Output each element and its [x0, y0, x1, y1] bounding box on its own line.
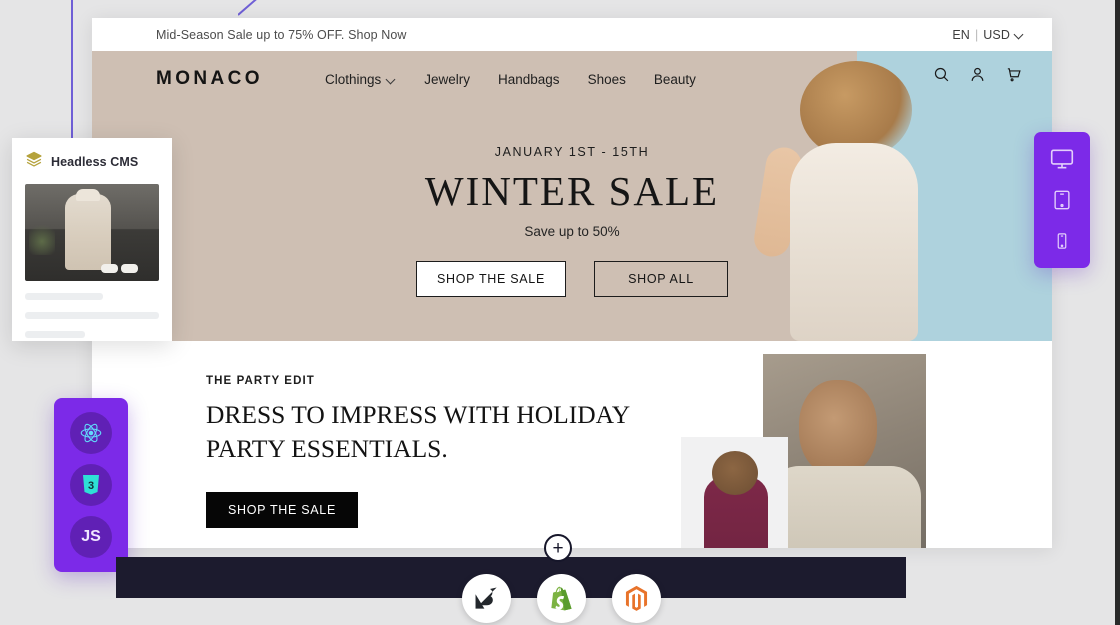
product-photo-small — [681, 437, 788, 548]
nav-item-beauty[interactable]: Beauty — [654, 72, 696, 87]
nav-item-clothings[interactable]: Clothings — [325, 72, 396, 87]
hero-kicker: JANUARY 1ST - 15TH — [494, 145, 650, 159]
javascript-icon[interactable]: JS — [70, 516, 112, 558]
cart-icon[interactable] — [1005, 66, 1022, 83]
page-root: Mid-Season Sale up to 75% OFF. Shop Now … — [0, 0, 1120, 625]
svg-text:3: 3 — [88, 480, 94, 492]
chevron-down-icon — [1015, 30, 1024, 39]
nav-item-label: Jewelry — [424, 71, 470, 87]
hero-title: WINTER SALE — [424, 168, 720, 214]
nav-item-handbags[interactable]: Handbags — [498, 72, 560, 87]
nav-links: Clothings Jewelry Handbags Shoes Beauty — [325, 72, 696, 87]
site-preview: Mid-Season Sale up to 75% OFF. Shop Now … — [92, 18, 1052, 548]
react-icon[interactable] — [70, 412, 112, 454]
hero-copy: JANUARY 1ST - 15TH WINTER SALE Save up t… — [92, 145, 1052, 297]
currency-label: USD — [983, 27, 1010, 42]
javascript-label: JS — [81, 528, 101, 545]
window-right-edge — [1115, 0, 1120, 625]
cms-skeleton-line — [25, 331, 85, 338]
nav-item-shoes[interactable]: Shoes — [588, 72, 626, 87]
account-icon[interactable] — [969, 66, 986, 83]
hero-section: MONACO Clothings Jewelry Handbags Shoes — [92, 51, 1052, 341]
platform-icon-row — [116, 571, 906, 625]
hero-subtitle: Save up to 50% — [524, 224, 620, 239]
section-shop-the-sale-button[interactable]: SHOP THE SALE — [206, 491, 358, 528]
decorative-vertical-line — [71, 0, 73, 140]
search-icon[interactable] — [933, 66, 950, 83]
announcement-text[interactable]: Mid-Season Sale up to 75% OFF. Shop Now — [156, 28, 407, 42]
cms-skeleton-line — [25, 312, 159, 319]
language-label: EN — [952, 27, 970, 42]
add-platform-button[interactable]: + — [544, 534, 572, 562]
nav-item-label: Clothings — [324, 71, 382, 87]
magento-icon[interactable] — [612, 573, 661, 623]
section-headline: DRESS TO IMPRESS WITH HOLIDAY PARTY ESSE… — [206, 400, 630, 463]
brand-logo[interactable]: MONACO — [156, 68, 263, 90]
nav-item-label: Shoes — [587, 71, 626, 87]
header-icon-group — [933, 66, 1022, 83]
nav-item-label: Handbags — [498, 71, 560, 87]
shop-the-sale-button[interactable]: SHOP THE SALE — [416, 261, 566, 297]
nav-item-jewelry[interactable]: Jewelry — [424, 72, 470, 87]
tech-stack-badge: 3 JS — [54, 398, 128, 572]
main-navigation: MONACO Clothings Jewelry Handbags Shoes — [92, 51, 1052, 107]
shop-all-button[interactable]: SHOP ALL — [593, 261, 728, 297]
bigcommerce-icon[interactable] — [462, 573, 511, 623]
locale-selector[interactable]: EN | USD — [952, 28, 1024, 42]
hero-cta-row: SHOP THE SALE SHOP ALL — [92, 261, 1052, 297]
css3-icon[interactable]: 3 — [70, 464, 112, 506]
party-edit-section: THE PARTY EDIT DRESS TO IMPRESS WITH HOL… — [92, 341, 1052, 548]
nav-item-label: Beauty — [653, 71, 696, 87]
shopify-icon[interactable] — [537, 573, 586, 623]
announcement-bar: Mid-Season Sale up to 75% OFF. Shop Now … — [92, 18, 1052, 51]
layers-icon — [25, 150, 43, 173]
locale-separator: | — [974, 27, 979, 42]
chevron-down-icon — [387, 75, 396, 84]
